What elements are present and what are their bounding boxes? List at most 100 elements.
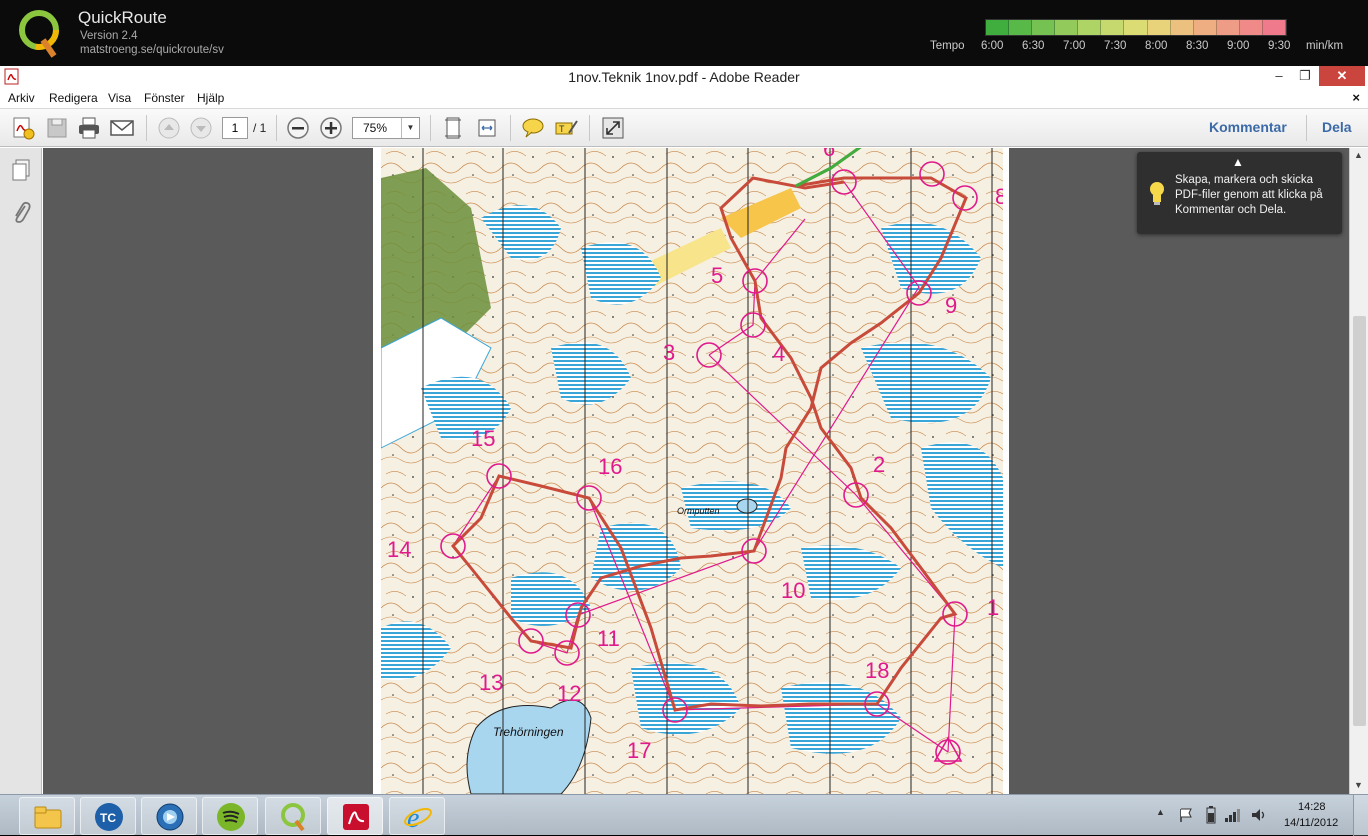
control-label: 9 [945,293,957,318]
tempo-color-swatch [1239,20,1263,35]
tempo-color-swatch [1193,20,1217,35]
signal-icon[interactable] [1224,807,1242,823]
menu-fonster[interactable]: Fönster [144,91,185,105]
window-titlebar[interactable]: 1nov.Teknik 1nov.pdf - Adobe Reader – ❐ … [0,66,1368,88]
toolbar-separator [430,115,431,141]
page-number-input[interactable]: 1 [222,117,248,139]
scroll-up-icon[interactable]: ▲ [1354,150,1363,160]
attachments-icon[interactable] [10,200,32,226]
tip-popup[interactable]: ▲ Skapa, markera och skicka PDF-filer ge… [1137,152,1342,234]
tempo-color-scale [985,19,1287,36]
email-icon[interactable] [109,115,135,141]
taskbar-media-player[interactable] [141,797,197,835]
toolbar: 1 / 1 75% ▼ T Kommentar Dela [0,109,1368,147]
control-label: 16 [598,454,622,479]
tempo-color-swatch [1055,20,1079,35]
toolbar-separator [276,115,277,141]
app-title: QuickRoute [78,8,167,27]
taskbar-quickroute[interactable] [265,797,321,835]
comment-pane-button[interactable]: Kommentar [1209,119,1287,135]
chevron-up-icon[interactable]: ▲ [1232,155,1244,169]
windows-taskbar: TC e ▲ 14:28 14/11/2012 [0,794,1368,836]
scrollbar-thumb[interactable] [1353,316,1366,726]
tempo-color-swatch [986,20,1010,35]
pond-label: Ormputten [677,506,720,516]
spotify-icon [217,803,245,831]
share-pane-button[interactable]: Dela [1322,119,1352,135]
next-page-icon[interactable] [188,115,214,141]
expand-icon[interactable] [600,115,626,141]
tempo-tick: 9:00 [1227,40,1250,52]
tc-icon: TC [95,803,123,831]
fit-page-icon[interactable] [440,115,466,141]
taskbar-explorer[interactable] [19,797,75,835]
menu-hjalp[interactable]: Hjälp [197,91,224,105]
taskbar-adobe-reader[interactable] [327,797,383,835]
zoom-out-icon[interactable] [285,115,311,141]
tempo-label: Tempo [930,40,965,52]
document-area[interactable]: Trehörningen Ormputten 1 2 3 4 5 6 9 10 … [43,148,1349,794]
clock-time[interactable]: 14:28 [1298,801,1326,813]
close-button[interactable]: ✕ [1319,66,1365,86]
svg-text:e: e [407,803,419,832]
tip-text: Skapa, markera och skicka PDF-filer geno… [1175,174,1323,216]
scroll-down-icon[interactable]: ▼ [1354,780,1363,790]
chevron-down-icon[interactable]: ▼ [401,118,419,138]
taskbar-spotify[interactable] [202,797,258,835]
volume-icon[interactable] [1250,807,1268,823]
control-label: 1 [987,595,999,620]
save-icon[interactable] [44,115,70,141]
taskbar-total-commander[interactable]: TC [80,797,136,835]
toolbar-separator [510,115,511,141]
tempo-color-swatch [1262,20,1287,35]
control-label: 3 [663,340,675,365]
orienteering-map[interactable]: Trehörningen Ormputten 1 2 3 4 5 6 9 10 … [373,148,1009,794]
media-player-icon [156,803,184,831]
toolbar-separator [146,115,147,141]
maximize-button[interactable]: ❐ [1289,66,1321,86]
svg-text:T: T [559,124,565,134]
zoom-select[interactable]: 75% ▼ [352,117,420,139]
battery-icon[interactable] [1205,805,1217,825]
menu-redigera[interactable]: Redigera [49,91,98,105]
menu-arkiv[interactable]: Arkiv [8,91,35,105]
highlight-text-icon[interactable]: T [553,115,579,141]
menu-visa[interactable]: Visa [108,91,131,105]
control-label: 14 [387,537,411,562]
zoom-in-icon[interactable] [318,115,344,141]
create-pdf-icon[interactable] [10,115,36,141]
adobe-reader-icon [343,804,369,830]
sticky-note-icon[interactable] [520,115,546,141]
show-desktop-button[interactable] [1353,795,1368,836]
tempo-tick: 7:30 [1104,40,1127,52]
toolbar-separator [1306,115,1307,141]
action-center-flag-icon[interactable] [1178,807,1194,823]
app-url[interactable]: matstroeng.se/quickroute/sv [80,44,224,56]
lake-label: Trehörningen [493,725,564,739]
tempo-tick: 6:30 [1022,40,1045,52]
close-document-button[interactable]: × [1352,90,1360,105]
control-label: 12 [557,681,581,706]
vertical-scrollbar[interactable]: ▲ ▼ [1349,148,1368,794]
app-version: Version 2.4 [80,30,138,42]
clock-date[interactable]: 14/11/2012 [1284,817,1338,829]
control-label: 17 [627,738,651,763]
fit-width-icon[interactable] [474,115,500,141]
pages-panel-icon[interactable] [10,158,32,182]
taskbar-internet-explorer[interactable]: e [389,797,445,835]
window-title: 1nov.Teknik 1nov.pdf - Adobe Reader [568,69,800,85]
tempo-unit: min/km [1306,40,1344,52]
tempo-tick: 6:00 [981,40,1004,52]
tempo-color-swatch [1078,20,1102,35]
previous-page-icon[interactable] [156,115,182,141]
control-label: 8 [995,184,1003,209]
control-label: 18 [865,658,889,683]
print-icon[interactable] [76,115,102,141]
tempo-color-swatch [1032,20,1056,35]
control-label: 10 [781,578,805,603]
zoom-value: 75% [363,121,388,135]
tempo-tick: 8:30 [1186,40,1209,52]
control-label: 15 [471,426,495,451]
show-hidden-icons-icon[interactable]: ▲ [1156,807,1165,817]
tempo-color-swatch [1147,20,1171,35]
